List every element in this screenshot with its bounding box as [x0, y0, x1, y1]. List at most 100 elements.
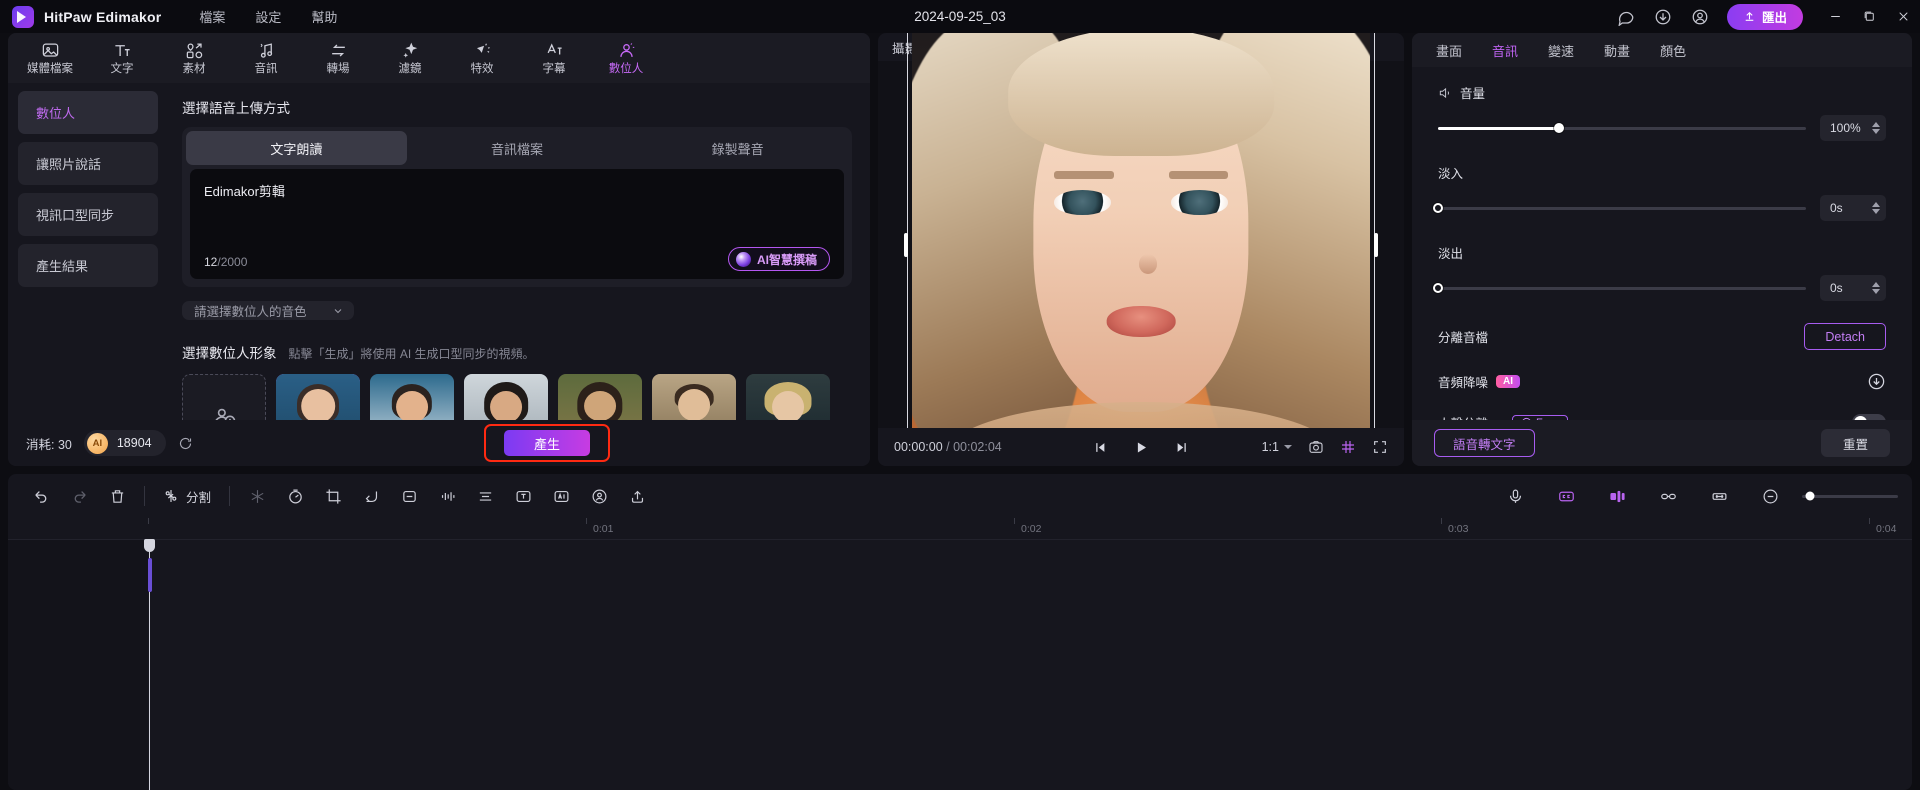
link-icon[interactable] — [1649, 481, 1687, 511]
download-icon[interactable] — [1653, 7, 1673, 27]
ribbon-item-audio[interactable]: 音訊 — [230, 34, 302, 82]
generate-button[interactable]: 產生 — [504, 430, 590, 456]
ribbon-label: 字幕 — [542, 62, 566, 75]
fade-in-slider[interactable] — [1433, 203, 1806, 213]
aspect-ratio-select[interactable]: 1:1 — [1262, 440, 1292, 454]
ribbon-item-media[interactable]: 媒體檔案 — [14, 34, 86, 82]
ribbon-item-text[interactable]: 文字 — [86, 34, 158, 82]
fade-out-slider-row: 0s — [1433, 275, 1886, 301]
minimize-icon[interactable] — [1828, 10, 1842, 24]
split-button[interactable]: 分割 — [153, 481, 221, 511]
timeline-tracks[interactable] — [8, 539, 1912, 790]
ribbon-item-avatar[interactable]: 數位人 — [590, 34, 662, 82]
mask-icon[interactable] — [390, 481, 428, 511]
prev-frame-icon[interactable] — [1093, 440, 1108, 455]
ribbon-item-subtitle[interactable]: 字幕 — [518, 34, 590, 82]
ai-icon[interactable] — [542, 481, 580, 511]
play-icon[interactable] — [1134, 440, 1149, 455]
fullscreen-icon[interactable] — [1372, 439, 1388, 455]
stepper-icon[interactable] — [1872, 122, 1880, 134]
credits-badge[interactable]: AI 18904 — [83, 430, 166, 456]
menu-item-settings[interactable]: 設定 — [255, 7, 281, 26]
zoom-out-icon[interactable] — [1751, 481, 1789, 511]
script-textarea[interactable]: Edimakor剪輯 12/2000 AI智慧撰稿 — [190, 169, 844, 279]
freeze-icon[interactable] — [238, 481, 276, 511]
export-clip-icon[interactable] — [618, 481, 656, 511]
download-icon[interactable] — [1867, 372, 1886, 391]
snapshot-icon[interactable] — [1308, 439, 1324, 455]
speed-icon[interactable] — [276, 481, 314, 511]
zoom-slider-knob[interactable] — [1805, 491, 1815, 501]
tab-color[interactable]: 顏色 — [1660, 41, 1686, 60]
tab-text-to-speech[interactable]: 文字朗讀 — [186, 131, 407, 165]
sidebar-item-photo-talk[interactable]: 讓照片說話 — [18, 142, 158, 185]
comment-icon[interactable] — [1616, 7, 1636, 27]
vocal-separation-toggle[interactable] — [1852, 414, 1886, 420]
video-canvas[interactable] — [904, 33, 1378, 466]
layers-icon[interactable] — [1598, 481, 1636, 511]
timeline-clip[interactable] — [148, 558, 152, 592]
reset-button[interactable]: 重置 — [1820, 429, 1890, 457]
ribbon-item-effects[interactable]: 特效 — [446, 34, 518, 82]
keyframe-icon[interactable] — [352, 481, 390, 511]
grid-icon[interactable] — [1340, 439, 1356, 455]
stepper-icon[interactable] — [1872, 202, 1880, 214]
fade-in-slider-knob[interactable] — [1433, 203, 1443, 213]
fade-out-value-box[interactable]: 0s — [1820, 275, 1886, 301]
undo-icon[interactable] — [22, 481, 60, 511]
menu-item-file[interactable]: 檔案 — [199, 7, 225, 26]
tab-animation[interactable]: 動畫 — [1604, 41, 1630, 60]
restore-icon[interactable] — [1862, 10, 1876, 24]
tab-audio-file[interactable]: 音訊檔案 — [407, 131, 628, 165]
speech-to-text-button[interactable]: 語音轉文字 — [1434, 429, 1535, 457]
tab-speed[interactable]: 變速 — [1548, 41, 1574, 60]
next-frame-icon[interactable] — [1175, 440, 1190, 455]
app-logo-icon — [12, 5, 34, 28]
sidebar-item-lip-sync[interactable]: 視訊口型同步 — [18, 193, 158, 236]
volume-slider[interactable] — [1438, 123, 1806, 133]
timeline-ruler[interactable]: 0:01 0:02 0:03 0:04 — [8, 518, 1912, 540]
captions-icon[interactable] — [1547, 481, 1585, 511]
account-icon[interactable] — [1690, 7, 1710, 27]
delete-icon[interactable] — [98, 481, 136, 511]
detach-button[interactable]: Detach — [1804, 323, 1886, 350]
sidebar-item-results[interactable]: 產生結果 — [18, 244, 158, 287]
zoom-slider[interactable] — [1802, 491, 1898, 501]
close-icon[interactable] — [1896, 10, 1910, 24]
resize-handle-left[interactable] — [904, 232, 908, 257]
timeline-toolbar: 分割 — [8, 474, 1912, 518]
refresh-icon[interactable] — [178, 436, 193, 451]
fade-in-value-box[interactable]: 0s — [1820, 195, 1886, 221]
menu-item-help[interactable]: 幫助 — [311, 7, 337, 26]
generate-highlight: 產生 — [484, 424, 610, 462]
properties-footer: 語音轉文字 重置 — [1412, 420, 1912, 466]
ribbon-item-filter[interactable]: 濾鏡 — [374, 34, 446, 82]
export-button[interactable]: 匯出 — [1726, 3, 1803, 30]
fade-out-slider-knob[interactable] — [1433, 283, 1443, 293]
ribbon-item-stickers[interactable]: 素材 — [158, 34, 230, 82]
audio-wave-icon[interactable] — [428, 481, 466, 511]
ai-writer-button[interactable]: AI智慧撰稿 — [727, 247, 830, 271]
fit-icon[interactable] — [1700, 481, 1738, 511]
voice-select[interactable]: 請選擇數位人的音色 — [182, 301, 354, 320]
mic-icon[interactable] — [1496, 481, 1534, 511]
timeline-right-tools — [1496, 481, 1898, 511]
align-icon[interactable] — [466, 481, 504, 511]
crop-icon[interactable] — [314, 481, 352, 511]
tab-audio[interactable]: 音訊 — [1492, 41, 1518, 60]
tab-video[interactable]: 畫面 — [1436, 41, 1462, 60]
sidebar-item-digital-human[interactable]: 數位人 — [18, 91, 158, 134]
char-counter: 12/2000 — [204, 255, 247, 269]
volume-value: 100% — [1830, 121, 1861, 135]
tab-record-voice[interactable]: 錄製聲音 — [627, 131, 848, 165]
person-icon[interactable] — [580, 481, 618, 511]
resize-handle-right[interactable] — [1374, 232, 1378, 257]
text-box-icon[interactable] — [504, 481, 542, 511]
fade-out-slider[interactable] — [1433, 283, 1806, 293]
volume-value-box[interactable]: 100% — [1820, 115, 1886, 141]
redo-icon[interactable] — [60, 481, 98, 511]
voice-select-placeholder: 請選擇數位人的音色 — [194, 305, 307, 319]
stepper-icon[interactable] — [1872, 282, 1880, 294]
volume-slider-knob[interactable] — [1554, 123, 1565, 133]
ribbon-item-transition[interactable]: 轉場 — [302, 34, 374, 82]
